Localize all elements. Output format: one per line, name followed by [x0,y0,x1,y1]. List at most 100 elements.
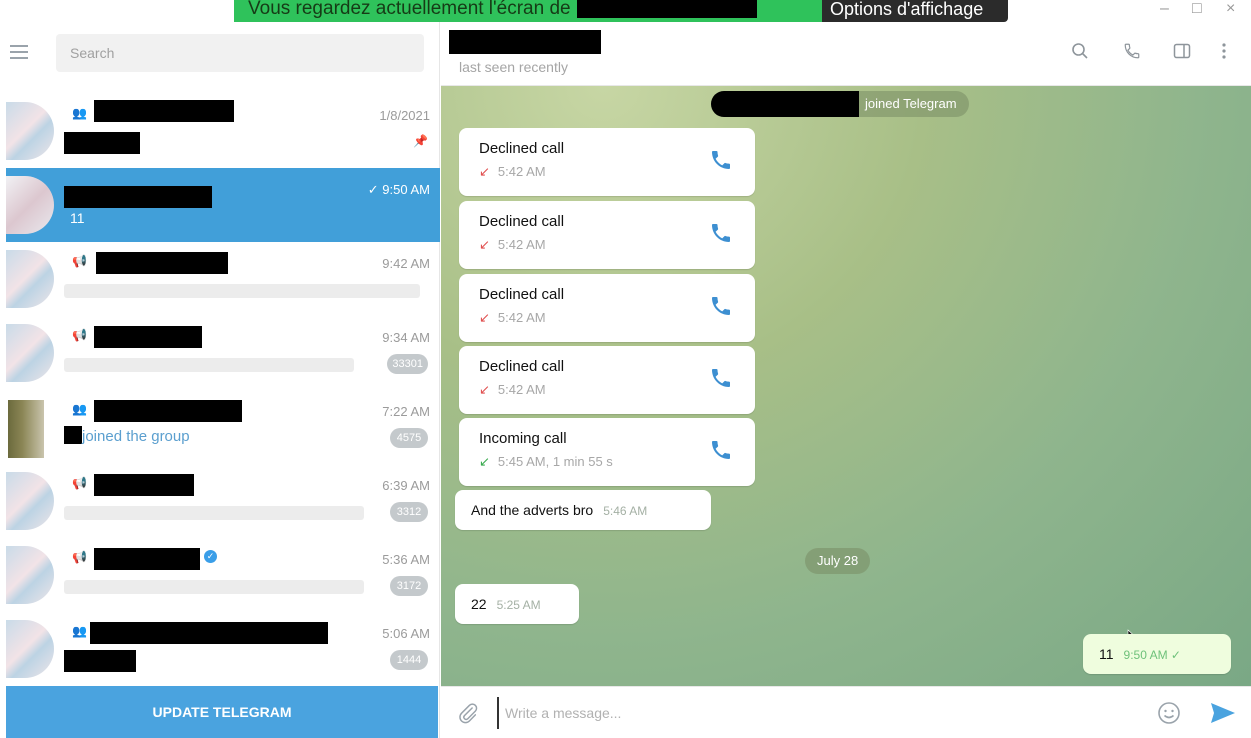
avatar [6,546,54,604]
chat-header: last seen recently [441,22,1251,86]
redacted-preview [64,132,140,154]
display-options-button[interactable]: Options d'affichage [822,0,1008,22]
call-time: 5:42 AM [497,237,546,252]
avatar [6,250,54,308]
chat-item[interactable]: 📢 9:42 AM [6,242,440,316]
message-area: joined Telegram Declined call ↙ 5:42 AM D… [441,86,1251,686]
redacted-chat-name [90,622,328,644]
chat-item[interactable]: 👥 7:22 AM joined the group 4575 [6,390,440,464]
redacted-preview [64,426,82,444]
outgoing-arrow-icon: ↙ [479,382,490,397]
chat-item[interactable]: 📢 6:39 AM 3312 [6,464,440,538]
chat-item[interactable]: 📢 9:34 AM 33301 [6,316,440,390]
redacted-chat-name [94,474,194,496]
outgoing-message[interactable]: 11 9:50 AM ✓ [1083,634,1231,674]
call-message[interactable]: Declined call ↙ 5:42 AM [459,346,755,414]
avatar [6,102,54,160]
minimize-button[interactable]: – [1160,0,1169,18]
chat-preview-text: joined the group [82,428,190,445]
avatar [6,324,54,382]
sidebar-toggle-icon[interactable] [1171,42,1193,64]
message-body: 22 5:25 AM [471,596,541,612]
more-vertical-icon[interactable] [1213,42,1235,64]
chat-item[interactable]: 👥 1/8/2021 📌 [6,94,440,168]
pin-icon: 📌 [413,134,428,148]
smile-icon[interactable] [1157,701,1181,725]
unread-badge: 3172 [390,576,428,596]
update-telegram-button[interactable]: UPDATE TELEGRAM [6,686,438,738]
close-button[interactable]: × [1226,0,1235,18]
call-info: ↙ 5:42 AM [479,310,546,326]
message-input[interactable] [497,697,1137,729]
search-input[interactable]: Search [56,34,424,72]
verified-icon: ✓ [204,550,217,563]
message-time: 5:25 AM [496,598,541,612]
megaphone-icon: 📢 [72,328,87,342]
phone-icon[interactable] [709,294,733,318]
blurred-preview [64,506,364,520]
call-title: Declined call [479,140,565,157]
unread-badge: 33301 [387,354,428,374]
chat-time: ✓ 9:50 AM [367,182,430,197]
message-text: 11 [1099,646,1114,662]
chat-item[interactable]: 👥 5:06 AM 1444 [6,612,440,686]
call-title: Incoming call [479,430,567,447]
phone-icon[interactable] [709,366,733,390]
redacted-chat-name [94,326,202,348]
megaphone-icon: 📢 [72,550,87,564]
service-message: joined Telegram [711,91,969,117]
call-title: Declined call [479,286,565,303]
redacted-preview [64,650,136,672]
send-icon[interactable] [1209,701,1237,725]
redacted-chat-name [94,548,200,570]
outgoing-arrow-icon: ↙ [479,310,490,325]
text-message[interactable]: And the adverts bro 5:46 AM [455,490,711,530]
blurred-preview [64,580,364,594]
chat-preview: joined the group [64,426,190,445]
chat-time: 9:34 AM [382,330,430,345]
hamburger-menu-icon[interactable] [10,45,28,59]
message-body: And the adverts bro 5:46 AM [471,502,647,518]
phone-icon[interactable] [709,438,733,462]
call-message[interactable]: Declined call ↙ 5:42 AM [459,128,755,196]
blurred-preview [64,358,354,372]
maximize-button[interactable]: □ [1192,0,1202,18]
chat-item[interactable]: 📢 ✓ 5:36 AM 3172 [6,538,440,612]
avatar [8,400,44,458]
unread-badge: 1444 [390,650,428,670]
redacted-peer-name[interactable] [449,30,601,54]
call-time: 5:45 AM, 1 min 55 s [497,454,613,469]
chat-time: 5:36 AM [382,552,430,567]
redacted-chat-name [94,400,242,422]
call-info: ↙ 5:45 AM, 1 min 55 s [479,454,613,470]
redacted-chat-name [94,100,234,122]
group-icon: 👥 [72,106,87,120]
phone-icon[interactable] [709,148,733,172]
chat-time: 6:39 AM [382,478,430,493]
chat-time: 7:22 AM [382,404,430,419]
call-message[interactable]: Incoming call ↙ 5:45 AM, 1 min 55 s [459,418,755,486]
group-icon: 👥 [72,402,87,416]
redacted-chat-name [96,252,228,274]
megaphone-icon: 📢 [72,254,87,268]
call-time: 5:42 AM [497,310,546,325]
text-message[interactable]: 22 5:25 AM [455,584,579,624]
message-text: 22 [471,596,487,612]
message-time: 5:46 AM [603,504,648,518]
call-message[interactable]: Declined call ↙ 5:42 AM [459,274,755,342]
avatar [6,176,54,234]
search-icon[interactable] [1069,42,1091,64]
chat-time: 5:06 AM [382,626,430,641]
call-message[interactable]: Declined call ↙ 5:42 AM [459,201,755,269]
call-time: 5:42 AM [497,382,546,397]
sidebar: Search 👥 1/8/2021 📌 ✓ 9:50 AM 11 � [0,22,440,738]
date-separator: July 28 [805,548,871,574]
phone-call-icon[interactable] [1121,42,1143,64]
megaphone-icon: 📢 [72,476,87,490]
unread-badge: 4575 [390,428,428,448]
phone-icon[interactable] [709,221,733,245]
call-time: 5:42 AM [497,164,546,179]
paperclip-icon[interactable] [457,702,479,724]
redacted-chat-name [64,186,212,208]
chat-item-active[interactable]: ✓ 9:50 AM 11 [6,168,440,242]
